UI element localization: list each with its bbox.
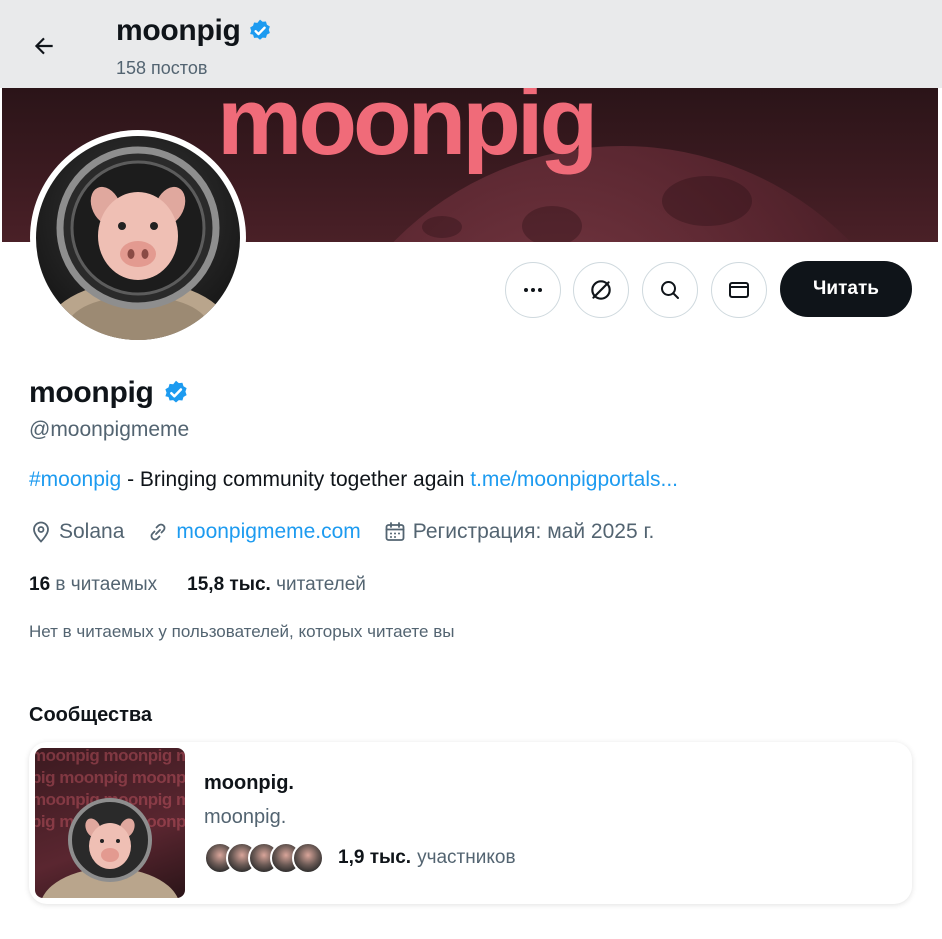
- bio-hashtag-link[interactable]: #moonpig: [29, 468, 121, 491]
- calendar-icon: [385, 522, 405, 541]
- community-name: moonpig.: [204, 772, 294, 794]
- envelope-icon: [729, 282, 749, 298]
- verified-badge-icon[interactable]: [162, 379, 190, 407]
- follow-button[interactable]: Читать: [780, 261, 912, 317]
- profile-handle: @moonpigmeme: [29, 418, 190, 441]
- website-link[interactable]: moonpigmeme.com: [176, 520, 360, 544]
- profile-display-name: moonpig: [29, 376, 154, 409]
- search-icon: [661, 281, 679, 299]
- website-item: moonpigmeme.com: [146, 520, 361, 544]
- astronaut-pig-image: [43, 146, 233, 340]
- community-subtitle: moonpig.: [204, 806, 287, 828]
- profile-stats: 16 в читаемых 15,8 тыс. читателей: [29, 574, 366, 596]
- arrow-left-icon: [34, 37, 53, 55]
- followers-count: 15,8 тыс.: [187, 574, 271, 595]
- location-text: Solana: [59, 520, 125, 543]
- following-count: 16: [29, 574, 51, 595]
- followers-link[interactable]: 15,8 тыс. читателей: [187, 574, 366, 596]
- profile-name: moonpig: [29, 376, 190, 410]
- profile-meta: Solana moonpigmeme.com Регистрация: май …: [29, 520, 676, 544]
- community-members: 1,9 тыс. участников: [204, 842, 516, 874]
- mutual-followers-note: Нет в читаемых у пользователей, которых …: [29, 622, 455, 641]
- location-pin-icon: [33, 521, 49, 543]
- community-image: moonpig moonpig moonpig pig moonpig moon…: [35, 748, 185, 898]
- more-button[interactable]: [505, 262, 561, 318]
- back-button[interactable]: [24, 26, 64, 66]
- grok-button[interactable]: [573, 262, 629, 318]
- members-count: 1,9 тыс.: [338, 847, 412, 868]
- location-item: Solana: [29, 520, 124, 544]
- profile-bio: #moonpig - Bringing community together a…: [29, 468, 678, 492]
- header-post-count: 158 постов: [116, 58, 208, 78]
- search-button[interactable]: [642, 262, 698, 318]
- link-icon: [150, 523, 166, 541]
- banner-title: moonpig: [217, 86, 598, 175]
- message-button[interactable]: [711, 262, 767, 318]
- grok-icon: [591, 280, 611, 300]
- member-avatar: [292, 842, 324, 874]
- following-label: в читаемых: [55, 574, 158, 595]
- more-dots-icon: [524, 288, 542, 292]
- members-label: участников: [417, 847, 516, 868]
- community-card[interactable]: moonpig moonpig moonpig pig moonpig moon…: [29, 742, 912, 904]
- profile-avatar[interactable]: [30, 130, 246, 346]
- followers-label: читателей: [276, 574, 366, 595]
- following-link[interactable]: 16 в читаемых: [29, 574, 157, 596]
- banner-crater: [522, 206, 582, 242]
- bio-text: - Bringing community together again: [121, 468, 471, 491]
- header-title: moonpig: [116, 14, 273, 48]
- bio-telegram-link[interactable]: t.me/moonpigportals...: [470, 468, 678, 491]
- banner-crater: [422, 216, 462, 238]
- astronaut-pig-thumbnail: [42, 798, 178, 898]
- banner-crater: [662, 176, 752, 226]
- joined-text: Регистрация: май 2025 г.: [412, 520, 655, 543]
- avatar-image: [36, 136, 240, 340]
- member-avatars: [204, 842, 324, 874]
- joined-item: Регистрация: май 2025 г.: [383, 520, 655, 544]
- communities-title: Сообщества: [29, 704, 153, 726]
- verified-badge-icon: [249, 19, 270, 40]
- profile-header: moonpig 158 постов: [0, 0, 942, 88]
- header-name: moonpig: [116, 14, 241, 47]
